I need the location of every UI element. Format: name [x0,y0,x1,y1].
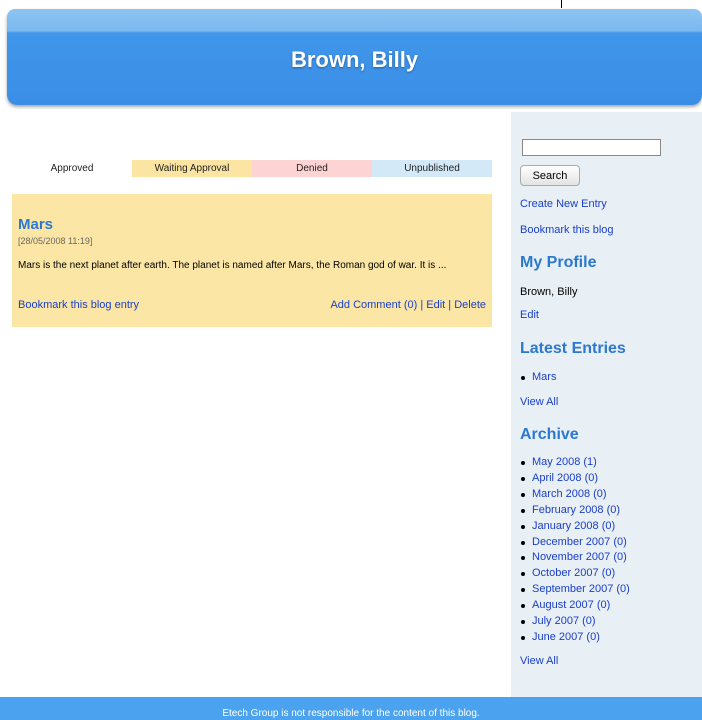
my-profile-heading: My Profile [520,254,597,271]
archive-link[interactable]: November 2007 (0) [532,551,627,563]
archive-link[interactable]: February 2008 (0) [532,504,620,516]
page-title: Brown, Billy [290,47,419,72]
archive-link[interactable]: January 2008 (0) [532,520,615,532]
list-item: March 2008 (0) [520,487,630,503]
archive-heading: Archive [520,426,579,443]
profile-edit-link[interactable]: Edit [520,309,539,321]
profile-name: Brown, Billy [520,286,578,298]
list-item: May 2008 (1) [520,455,630,471]
list-item: June 2007 (0) [520,630,630,646]
archive-list: May 2008 (1) April 2008 (0) March 2008 (… [520,455,630,646]
list-item: November 2007 (0) [520,550,630,566]
entry-footer: Bookmark this blog entry Add Comment (0)… [18,299,486,311]
entry-title-link[interactable]: Mars [18,216,486,234]
archive-link[interactable]: May 2008 (1) [532,456,597,468]
list-item: October 2007 (0) [520,566,630,582]
archive-link[interactable]: April 2008 (0) [532,472,598,484]
list-item: Mars [520,370,556,386]
latest-entries-list: Mars [520,370,556,386]
entry-actions: Add Comment (0) | Edit | Delete [330,299,486,311]
add-comment-link[interactable]: Add Comment (0) [330,299,417,311]
page-footer: Etech Group is not responsible for the c… [0,697,702,720]
bookmark-blog-link[interactable]: Bookmark this blog [520,224,614,236]
sidebar: Search Create New Entry Bookmark this bl… [511,112,702,697]
search-input[interactable] [522,139,661,156]
archive-view-all-link[interactable]: View All [520,655,558,667]
archive-link[interactable]: August 2007 (0) [532,599,610,611]
status-approved: Approved [12,160,132,177]
list-item: January 2008 (0) [520,519,630,535]
entry-excerpt: Mars is the next planet after earth. The… [18,260,447,271]
archive-link[interactable]: October 2007 (0) [532,567,615,579]
blog-entry: Mars [28/05/2008 11:19] Mars is the next… [12,194,492,327]
action-separator: | [448,299,452,311]
delete-entry-link[interactable]: Delete [454,299,486,311]
archive-link[interactable]: December 2007 (0) [532,536,627,548]
status-legend: Approved Waiting Approval Denied Unpubli… [12,160,492,177]
latest-entry-mars-link[interactable]: Mars [532,371,556,383]
list-item: August 2007 (0) [520,598,630,614]
search-button[interactable]: Search [520,165,580,186]
list-item: September 2007 (0) [520,582,630,598]
status-waiting-approval: Waiting Approval [132,160,252,177]
footer-disclaimer: Etech Group is not responsible for the c… [222,708,480,719]
latest-entries-heading: Latest Entries [520,340,626,357]
archive-link[interactable]: March 2008 (0) [532,488,607,500]
status-unpublished: Unpublished [372,160,492,177]
text-cursor-mark [561,0,562,8]
status-denied: Denied [252,160,372,177]
action-separator: | [420,299,424,311]
archive-link[interactable]: July 2007 (0) [532,615,596,627]
create-new-entry-link[interactable]: Create New Entry [520,198,607,210]
archive-link[interactable]: September 2007 (0) [532,583,630,595]
entry-date: [28/05/2008 11:19] [18,236,93,246]
list-item: December 2007 (0) [520,535,630,551]
list-item: July 2007 (0) [520,614,630,630]
latest-view-all-link[interactable]: View All [520,396,558,408]
edit-entry-link[interactable]: Edit [426,299,445,311]
list-item: April 2008 (0) [520,471,630,487]
list-item: February 2008 (0) [520,503,630,519]
page-header: Brown, Billy [7,9,702,105]
bookmark-entry-link[interactable]: Bookmark this blog entry [18,299,139,311]
archive-link[interactable]: June 2007 (0) [532,631,600,643]
